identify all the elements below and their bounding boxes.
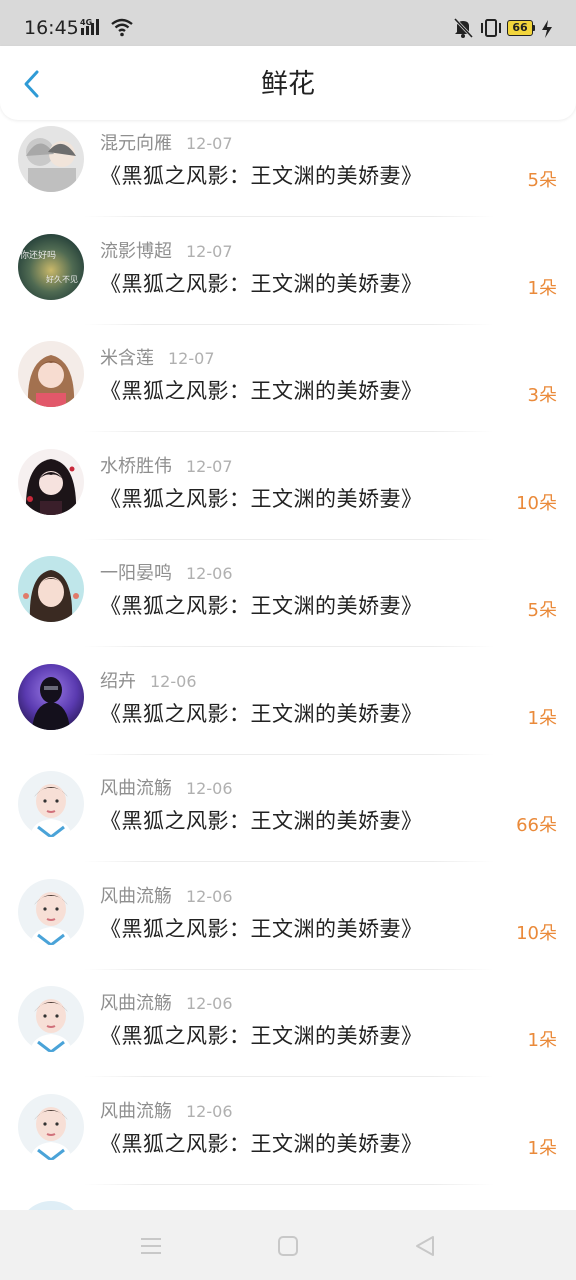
signal-icon: 4G: [80, 18, 99, 35]
date: 12-06: [186, 886, 233, 906]
list-item[interactable]: [0, 1199, 576, 1210]
wifi-icon: [111, 18, 133, 37]
date: 12-07: [186, 134, 233, 153]
divider: [84, 431, 494, 432]
flower-count: 66朵: [516, 815, 557, 836]
battery-icon: 66: [507, 20, 537, 36]
list-item[interactable]: 风曲流觞 12-06 《黑狐之风影：王文渊的美娇妻》 10朵: [0, 877, 576, 985]
header: 鲜花: [0, 46, 576, 120]
divider: [84, 968, 494, 970]
avatar-text: 好久不见: [46, 274, 78, 284]
avatar-text: 你还好吗: [20, 249, 56, 261]
list-item[interactable]: 风曲流觞 12-06 《黑狐之风影：王文渊的美娇妻》 66朵: [0, 769, 576, 877]
book-title: 《黑狐之风影：王文渊的美娇妻》: [100, 701, 423, 726]
status-time: 16:45: [24, 17, 79, 39]
username: 风曲流觞 12-06: [100, 778, 233, 799]
flower-count: 3朵: [527, 385, 557, 406]
system-nav-bar: [0, 1210, 576, 1280]
date: 12-07: [186, 241, 233, 261]
username: 流影博超 12-07: [100, 240, 233, 262]
vibrate-icon: [481, 19, 501, 37]
book-title: 《黑狐之风影：王文渊的美娇妻》: [100, 486, 423, 511]
divider: [84, 1076, 494, 1077]
avatar[interactable]: 你还好吗 好久不见: [18, 233, 84, 300]
network-type-label: 4G: [80, 18, 92, 27]
book-title: 《黑狐之风影：王文渊的美娇妻》: [100, 271, 423, 296]
flower-count: 5朵: [527, 600, 557, 621]
gift-list-items: 混元向雁 12-07 《黑狐之风影：王文渊的美娇妻》 5朵 你还好吗 好久不见 流…: [0, 124, 576, 1210]
flower-count: 1朵: [527, 1137, 557, 1159]
list-item[interactable]: 米含莲 12-07 《黑狐之风影：王文渊的美娇妻》 3朵: [0, 339, 576, 447]
gift-list[interactable]: 混元向雁 12-07 《黑狐之风影：王文渊的美娇妻》 5朵 你还好吗 好久不见 流…: [0, 120, 576, 1210]
username: 一阳晏鸣 12-06: [100, 563, 233, 584]
avatar[interactable]: [18, 1201, 84, 1210]
book-title: 《黑狐之风影：王文渊的美娇妻》: [100, 916, 423, 941]
date: 12-06: [150, 671, 197, 691]
flower-count: 1朵: [527, 277, 557, 299]
list-item[interactable]: 你还好吗 好久不见 流影博超 12-07 《黑狐之风影：王文渊的美娇妻》 1朵: [0, 232, 576, 340]
list-item[interactable]: 混元向雁 12-07 《黑狐之风影：王文渊的美娇妻》 5朵: [0, 124, 576, 232]
book-title: 《黑狐之风影：王文渊的美娇妻》: [100, 1131, 423, 1156]
divider: [84, 538, 494, 540]
avatar[interactable]: [18, 341, 84, 407]
username: 绍卉 12-06: [100, 670, 197, 692]
status-bar: 16:45 4G 66: [0, 0, 576, 46]
avatar[interactable]: [18, 663, 84, 730]
mute-icon: [453, 17, 474, 39]
avatar[interactable]: [18, 126, 84, 192]
page-title: 鲜花: [261, 69, 315, 100]
list-item[interactable]: 风曲流觞 12-06 《黑狐之风影：王文渊的美娇妻》 1朵: [0, 1092, 576, 1200]
username: 风曲流觞 12-06: [100, 993, 233, 1014]
divider: [84, 216, 494, 217]
home-icon[interactable]: [276, 1234, 300, 1258]
divider: [84, 323, 494, 325]
divider: [84, 1183, 494, 1185]
date: 12-06: [186, 564, 233, 583]
flower-count: 10朵: [516, 492, 557, 514]
avatar[interactable]: [18, 1093, 84, 1160]
book-title: 《黑狐之风影：王文渊的美娇妻》: [100, 379, 423, 403]
flower-count: 10朵: [516, 922, 557, 944]
flower-count: 5朵: [527, 170, 557, 191]
date: 12-07: [168, 349, 215, 368]
list-item[interactable]: 水桥胜伟 12-07 《黑狐之风影：王文渊的美娇妻》 10朵: [0, 447, 576, 555]
book-title: 《黑狐之风影：王文渊的美娇妻》: [100, 809, 423, 833]
book-title: 《黑狐之风影：王文渊的美娇妻》: [100, 164, 423, 188]
username: 风曲流觞 12-06: [100, 1100, 233, 1122]
username: 风曲流觞 12-06: [100, 885, 233, 907]
charging-icon: [542, 20, 552, 38]
list-item[interactable]: 风曲流觞 12-06 《黑狐之风影：王文渊的美娇妻》 1朵: [0, 984, 576, 1092]
avatar[interactable]: [18, 771, 84, 837]
flower-count: 1朵: [527, 1030, 557, 1051]
avatar[interactable]: [18, 986, 84, 1052]
date: 12-06: [186, 779, 233, 798]
list-item[interactable]: 绍卉 12-06 《黑狐之风影：王文渊的美娇妻》 1朵: [0, 662, 576, 770]
date: 12-06: [186, 1101, 233, 1121]
avatar[interactable]: [18, 448, 84, 515]
date: 12-06: [186, 994, 233, 1013]
divider: [84, 753, 494, 755]
username: 混元向雁 12-07: [100, 133, 233, 154]
divider: [84, 646, 494, 647]
avatar[interactable]: [18, 878, 84, 945]
username: 米含莲 12-07: [100, 348, 215, 369]
flower-count: 1朵: [527, 707, 557, 729]
date: 12-07: [186, 456, 233, 476]
divider: [84, 861, 494, 862]
book-title: 《黑狐之风影：王文渊的美娇妻》: [100, 594, 423, 618]
username: 水桥胜伟 12-07: [100, 455, 233, 477]
menu-icon[interactable]: [139, 1234, 163, 1258]
book-title: 《黑狐之风影：王文渊的美娇妻》: [100, 1024, 423, 1048]
list-item[interactable]: 一阳晏鸣 12-06 《黑狐之风影：王文渊的美娇妻》 5朵: [0, 554, 576, 662]
back-icon[interactable]: [413, 1234, 437, 1258]
battery-level: 66: [507, 20, 533, 36]
avatar[interactable]: [18, 556, 84, 622]
